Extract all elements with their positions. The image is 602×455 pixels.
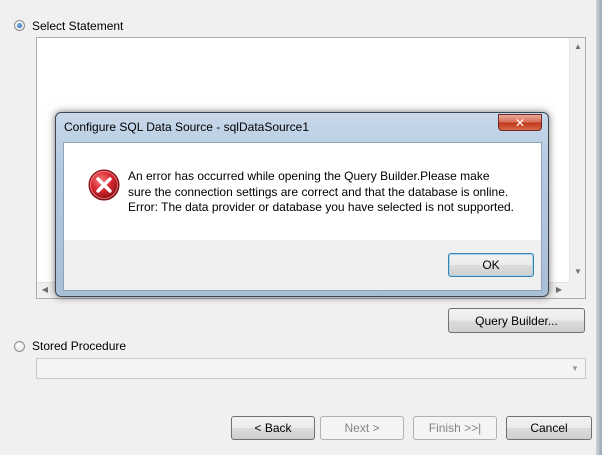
error-icon	[88, 169, 120, 201]
finish-button[interactable]: Finish >>|	[413, 416, 497, 440]
scroll-left-icon[interactable]: ◀	[37, 286, 53, 294]
dialog-title: Configure SQL Data Source - sqlDataSourc…	[64, 120, 310, 134]
chevron-down-icon[interactable]: ▼	[567, 365, 583, 373]
error-message-line: Error: The data provider or database you…	[128, 200, 515, 214]
error-dialog: Configure SQL Data Source - sqlDataSourc…	[55, 112, 549, 297]
error-message: An error has occurred while opening the …	[128, 169, 533, 216]
dialog-button-bar: OK	[64, 240, 541, 290]
back-button[interactable]: < Back	[231, 416, 315, 440]
query-builder-button[interactable]: Query Builder...	[448, 308, 585, 333]
dialog-client-area: An error has occurred while opening the …	[63, 142, 542, 291]
scroll-down-icon[interactable]: ▼	[570, 268, 586, 276]
select-statement-label: Select Statement	[32, 19, 124, 33]
error-message-line: sure the connection settings are correct…	[128, 184, 509, 199]
next-button[interactable]: Next >	[320, 416, 404, 440]
scroll-up-icon[interactable]: ▲	[570, 43, 586, 51]
stored-procedure-radio[interactable]	[14, 341, 25, 352]
scrollbar-corner	[569, 282, 585, 298]
error-message-line: An error has occurred while opening the …	[128, 169, 490, 183]
vertical-scrollbar[interactable]: ▲ ▼	[569, 38, 585, 282]
select-statement-radio[interactable]	[14, 20, 25, 31]
stored-procedure-label: Stored Procedure	[32, 339, 127, 353]
ok-button[interactable]: OK	[448, 253, 534, 277]
cancel-button[interactable]: Cancel	[506, 416, 592, 440]
window-edge	[596, 0, 602, 455]
scroll-right-icon[interactable]: ▶	[551, 286, 567, 294]
stored-procedure-combo[interactable]: ▼	[36, 358, 586, 379]
close-button[interactable]: ✕	[498, 114, 542, 131]
close-icon: ✕	[514, 115, 526, 130]
